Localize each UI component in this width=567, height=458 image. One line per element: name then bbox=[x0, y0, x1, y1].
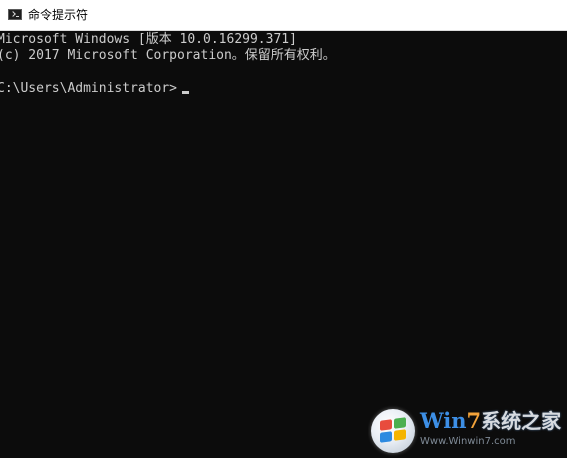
console-line-copyright: (c) 2017 Microsoft Corporation。保留所有权利。 bbox=[0, 48, 336, 63]
command-prompt: C:\Users\Administrator> bbox=[0, 81, 178, 96]
window-title: 命令提示符 bbox=[28, 8, 89, 22]
text-cursor bbox=[182, 91, 189, 94]
console-line-version: Microsoft Windows [版本 10.0.16299.371] bbox=[0, 32, 297, 47]
title-bar[interactable]: 命令提示符 bbox=[0, 0, 567, 31]
console-output[interactable]: Microsoft Windows [版本 10.0.16299.371] (c… bbox=[0, 31, 567, 458]
console-icon bbox=[8, 9, 22, 20]
